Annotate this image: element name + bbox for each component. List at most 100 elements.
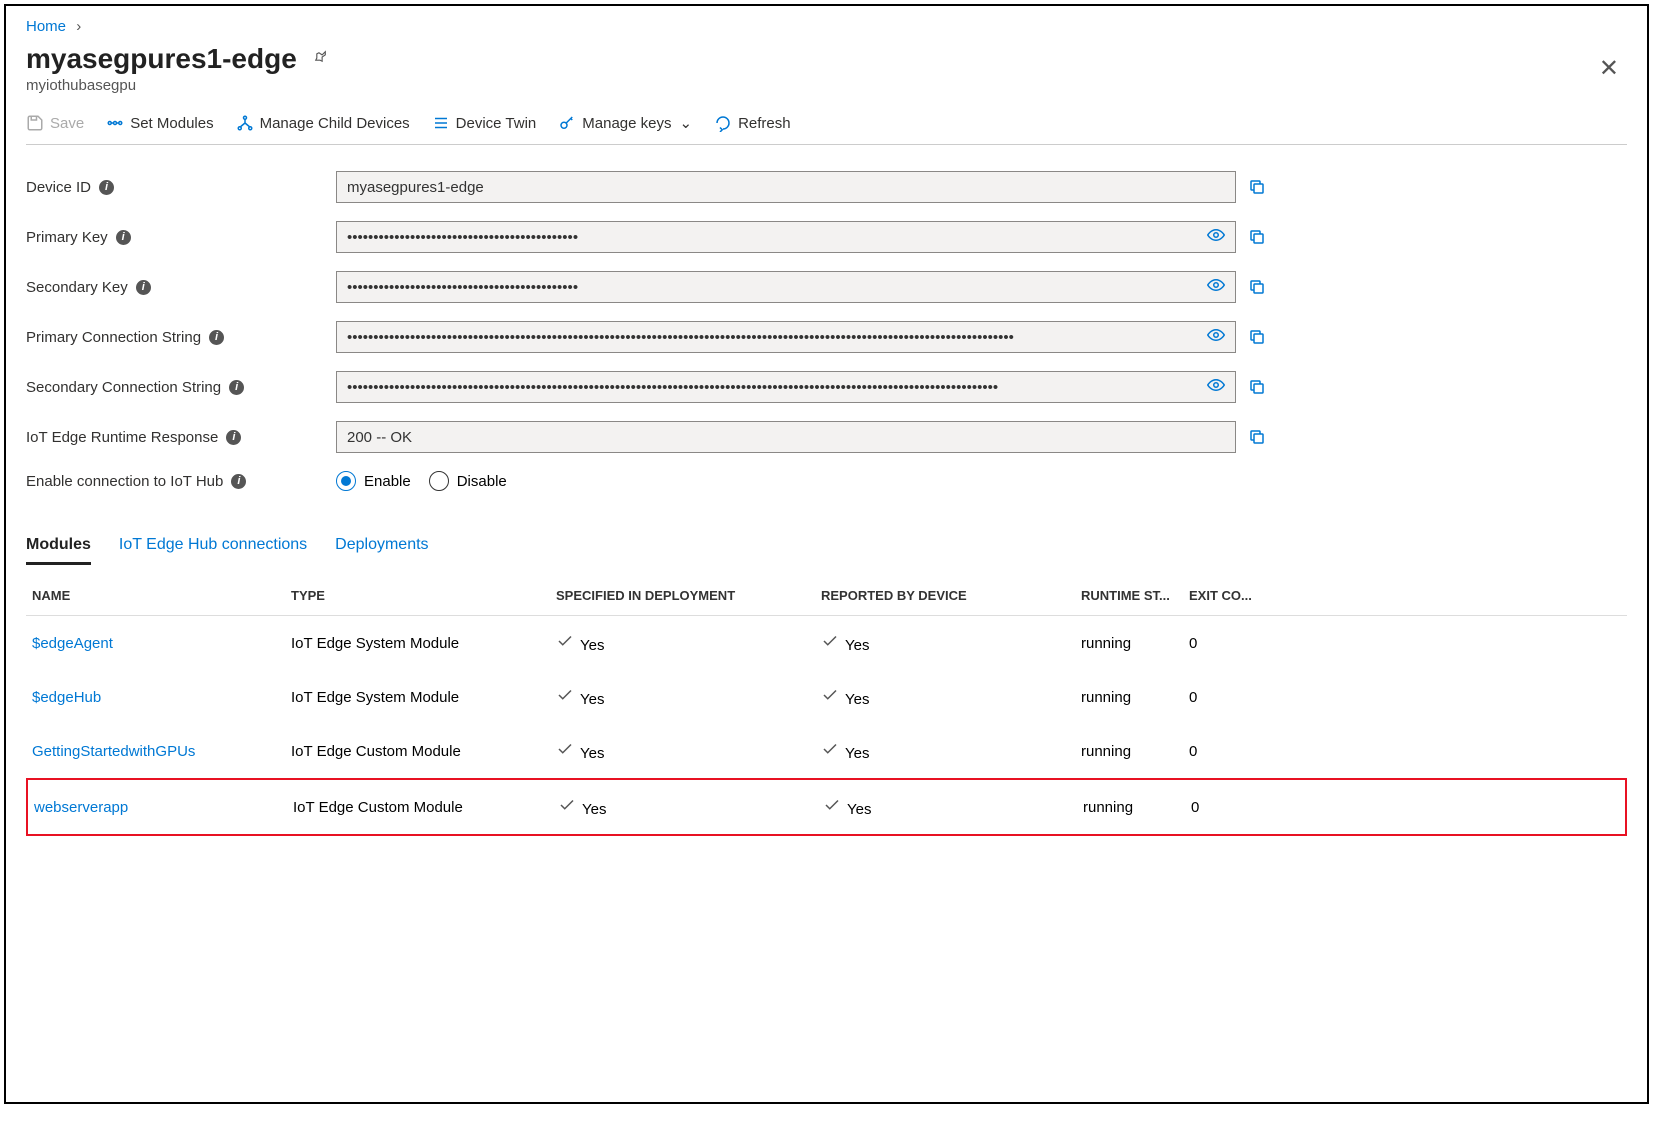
check-icon xyxy=(823,796,841,814)
eye-icon[interactable] xyxy=(1207,226,1225,248)
toolbar: Save Set Modules Manage Child Devices De… xyxy=(26,114,1627,145)
device-twin-button[interactable]: Device Twin xyxy=(432,114,537,132)
module-type: IoT Edge Custom Module xyxy=(291,743,556,760)
manage-child-button[interactable]: Manage Child Devices xyxy=(236,114,410,132)
manage-keys-button[interactable]: Manage keys ⌄ xyxy=(558,114,692,132)
primary-key-label: Primary Key xyxy=(26,229,108,246)
col-header-name[interactable]: NAME xyxy=(26,588,291,603)
table-row[interactable]: webserverappIoT Edge Custom ModuleYesYes… xyxy=(26,778,1627,836)
info-icon[interactable]: i xyxy=(116,230,131,245)
module-type: IoT Edge System Module xyxy=(291,635,556,652)
info-icon[interactable]: i xyxy=(209,330,224,345)
copy-icon[interactable] xyxy=(1248,178,1266,196)
secondary-conn-label: Secondary Connection String xyxy=(26,379,221,396)
module-link[interactable]: $edgeAgent xyxy=(32,635,113,652)
chevron-right-icon: › xyxy=(76,18,81,35)
save-icon xyxy=(26,114,44,132)
tab-deployments[interactable]: Deployments xyxy=(335,536,428,565)
list-icon xyxy=(432,114,450,132)
key-icon xyxy=(558,114,576,132)
col-header-runtime[interactable]: RUNTIME ST... xyxy=(1081,588,1189,603)
runtime-response-label: IoT Edge Runtime Response xyxy=(26,429,218,446)
breadcrumb-home[interactable]: Home xyxy=(26,18,66,35)
enable-conn-label: Enable connection to IoT Hub xyxy=(26,473,223,490)
module-type: IoT Edge System Module xyxy=(291,689,556,706)
col-header-spec[interactable]: SPECIFIED IN DEPLOYMENT xyxy=(556,588,821,603)
runtime-response-field: 200 -- OK xyxy=(336,421,1236,453)
primary-key-field: ••••••••••••••••••••••••••••••••••••••••… xyxy=(336,221,1236,253)
info-icon[interactable]: i xyxy=(229,380,244,395)
module-rep: Yes xyxy=(821,740,1081,762)
module-rep: Yes xyxy=(821,686,1081,708)
secondary-key-field: ••••••••••••••••••••••••••••••••••••••••… xyxy=(336,271,1236,303)
table-row[interactable]: GettingStartedwithGPUs IoT Edge Custom Mo… xyxy=(26,724,1627,778)
copy-icon[interactable] xyxy=(1248,428,1266,446)
disable-radio[interactable]: Disable xyxy=(429,471,507,491)
device-id-field: myasegpures1-edge xyxy=(336,171,1236,203)
copy-icon[interactable] xyxy=(1248,328,1266,346)
primary-conn-label: Primary Connection String xyxy=(26,329,201,346)
module-link[interactable]: $edgeHub xyxy=(32,689,101,706)
check-icon xyxy=(556,686,574,704)
check-icon xyxy=(821,686,839,704)
tab-modules[interactable]: Modules xyxy=(26,536,91,565)
primary-conn-field: ••••••••••••••••••••••••••••••••••••••••… xyxy=(336,321,1236,353)
eye-icon[interactable] xyxy=(1207,276,1225,298)
module-runtime: running xyxy=(1083,799,1191,816)
module-type: IoT Edge Custom Module xyxy=(293,799,558,816)
module-runtime: running xyxy=(1081,743,1189,760)
info-icon[interactable]: i xyxy=(226,430,241,445)
chevron-down-icon: ⌄ xyxy=(679,114,692,132)
module-rep: Yes xyxy=(823,796,1083,818)
secondary-key-label: Secondary Key xyxy=(26,279,128,296)
info-icon[interactable]: i xyxy=(99,180,114,195)
hierarchy-icon xyxy=(236,114,254,132)
radio-circle-icon xyxy=(336,471,356,491)
module-exit: 0 xyxy=(1191,799,1266,816)
copy-icon[interactable] xyxy=(1248,378,1266,396)
table-row[interactable]: $edgeHubIoT Edge System ModuleYesYesrunn… xyxy=(26,670,1627,724)
module-link[interactable]: GettingStartedwithGPUs xyxy=(32,743,195,760)
eye-icon[interactable] xyxy=(1207,326,1225,348)
secondary-conn-field: ••••••••••••••••••••••••••••••••••••••••… xyxy=(336,371,1236,403)
enable-radio[interactable]: Enable xyxy=(336,471,411,491)
check-icon xyxy=(821,632,839,650)
set-modules-icon xyxy=(106,114,124,132)
module-runtime: running xyxy=(1081,635,1189,652)
module-link[interactable]: webserverapp xyxy=(34,799,128,816)
refresh-icon xyxy=(714,114,732,132)
pin-icon[interactable] xyxy=(311,48,329,71)
module-exit: 0 xyxy=(1189,635,1264,652)
check-icon xyxy=(821,740,839,758)
check-icon xyxy=(558,796,576,814)
module-spec: Yes xyxy=(556,686,821,708)
col-header-rep[interactable]: REPORTED BY DEVICE xyxy=(821,588,1081,603)
module-runtime: running xyxy=(1081,689,1189,706)
module-spec: Yes xyxy=(556,632,821,654)
info-icon[interactable]: i xyxy=(231,474,246,489)
tab-connections[interactable]: IoT Edge Hub connections xyxy=(119,536,307,565)
copy-icon[interactable] xyxy=(1248,228,1266,246)
check-icon xyxy=(556,632,574,650)
info-icon[interactable]: i xyxy=(136,280,151,295)
copy-icon[interactable] xyxy=(1248,278,1266,296)
col-header-exit[interactable]: EXIT CO... xyxy=(1189,588,1264,603)
breadcrumb: Home › xyxy=(26,18,1627,35)
check-icon xyxy=(556,740,574,758)
page-title: myasegpures1-edge xyxy=(26,43,297,75)
save-button: Save xyxy=(26,114,84,132)
module-spec: Yes xyxy=(556,740,821,762)
eye-icon[interactable] xyxy=(1207,376,1225,398)
close-icon[interactable]: ✕ xyxy=(1591,46,1627,91)
module-rep: Yes xyxy=(821,632,1081,654)
module-spec: Yes xyxy=(558,796,823,818)
set-modules-button[interactable]: Set Modules xyxy=(106,114,213,132)
table-header: NAME TYPE SPECIFIED IN DEPLOYMENT REPORT… xyxy=(26,576,1627,616)
module-exit: 0 xyxy=(1189,689,1264,706)
col-header-type[interactable]: TYPE xyxy=(291,588,556,603)
device-id-label: Device ID xyxy=(26,179,91,196)
refresh-button[interactable]: Refresh xyxy=(714,114,791,132)
table-row[interactable]: $edgeAgentIoT Edge System ModuleYesYesru… xyxy=(26,616,1627,670)
radio-circle-icon xyxy=(429,471,449,491)
module-exit: 0 xyxy=(1189,743,1264,760)
